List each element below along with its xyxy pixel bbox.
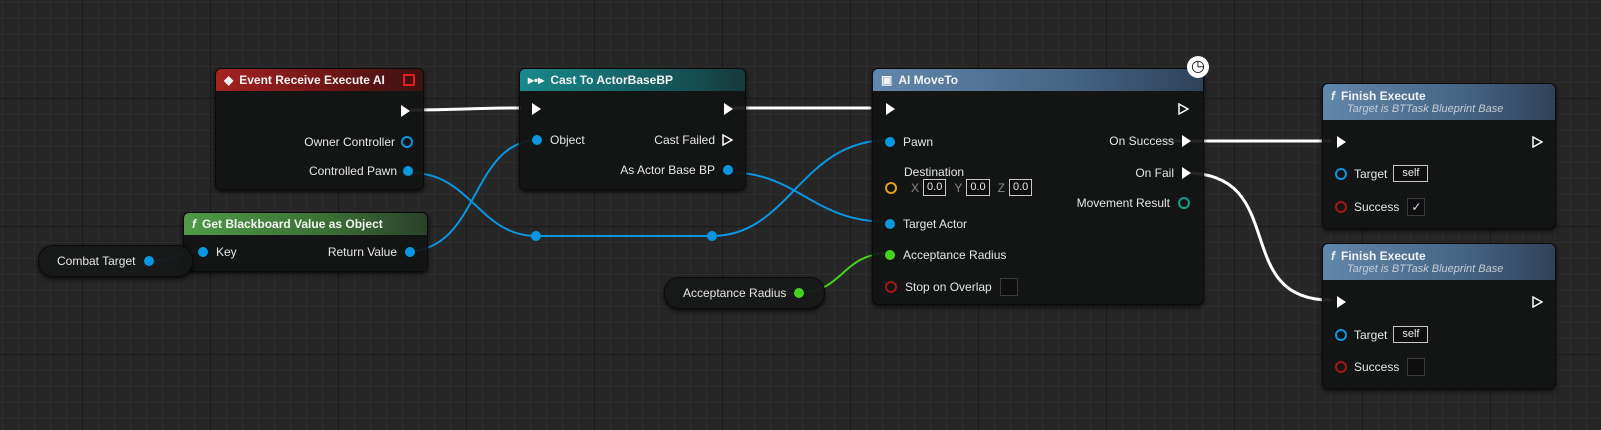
as-actor-base-bp-pin[interactable] xyxy=(723,165,733,175)
success-checkbox[interactable] xyxy=(1407,358,1426,376)
node-header: f Finish Execute Target is BTTask Bluepri… xyxy=(1323,244,1555,280)
pin-label-controlled-pawn: Controlled Pawn xyxy=(308,164,397,178)
target-self-field[interactable]: self xyxy=(1393,326,1429,343)
pin-label-destination: Destination xyxy=(904,165,965,179)
variable-label: Combat Target xyxy=(57,254,136,268)
node-icon: ▣ xyxy=(881,73,893,87)
node-title: Cast To ActorBaseBP xyxy=(550,73,674,87)
delegate-square-icon[interactable] xyxy=(403,74,415,86)
pin-label-stop-on-overlap: Stop on Overlap xyxy=(905,280,992,294)
movement-result-pin[interactable] xyxy=(1178,197,1190,209)
ai-moveto-node[interactable]: ▣ AI MoveTo Pawn On Success Destination … xyxy=(872,68,1204,305)
target-actor-pin[interactable] xyxy=(885,219,895,229)
get-blackboard-value-node[interactable]: f Get Blackboard Value as Object Key Ret… xyxy=(183,212,428,272)
exec-output-pin[interactable] xyxy=(1532,136,1543,148)
exec-output-pin[interactable] xyxy=(401,105,410,117)
pin-label-target-actor: Target Actor xyxy=(903,217,968,231)
exec-input-pin[interactable] xyxy=(1337,136,1346,148)
function-icon: f xyxy=(1331,249,1335,263)
pin-label-on-fail: On Fail xyxy=(1135,166,1174,180)
pin-label-target: Target xyxy=(1354,166,1388,181)
node-title: Finish Execute xyxy=(1341,249,1426,263)
exec-wire-event-to-cast xyxy=(410,106,522,112)
pin-label-pawn: Pawn xyxy=(903,135,934,149)
node-title: AI MoveTo xyxy=(898,73,959,87)
pin-label-as-actor-base-bp: As Actor Base BP xyxy=(620,163,715,177)
clock-icon: ◷ xyxy=(1187,56,1209,78)
destination-z-label: Z xyxy=(997,180,1005,195)
pin-label-on-success: On Success xyxy=(1109,134,1174,148)
pin-label-owner-controller: Owner Controller xyxy=(304,135,395,149)
pin-label-movement-result: Movement Result xyxy=(1076,196,1170,210)
finish-execute-node[interactable]: f Finish Execute Target is BTTask Bluepri… xyxy=(1322,243,1556,389)
node-header: ▣ AI MoveTo xyxy=(873,69,1203,91)
node-header: f Finish Execute Target is BTTask Bluepri… xyxy=(1323,84,1555,120)
target-self-field[interactable]: self xyxy=(1393,165,1429,182)
finish-execute-node[interactable]: f Finish Execute Target is BTTask Bluepri… xyxy=(1322,83,1556,229)
node-title: Event Receive Execute AI xyxy=(239,73,385,87)
pawn-pin[interactable] xyxy=(885,137,895,147)
destination-pin[interactable] xyxy=(885,181,897,194)
function-icon: f xyxy=(192,217,196,231)
exec-output-pin[interactable] xyxy=(724,103,733,115)
acceptance-radius-pin[interactable] xyxy=(794,288,805,298)
function-icon: f xyxy=(1331,89,1335,103)
exec-input-pin[interactable] xyxy=(532,103,541,115)
destination-y-field[interactable]: 0.0 xyxy=(966,179,990,196)
pin-label-cast-failed: Cast Failed xyxy=(654,133,715,147)
pin-label-success: Success xyxy=(1354,200,1400,214)
exec-input-pin[interactable] xyxy=(1337,296,1346,308)
stop-on-overlap-checkbox[interactable] xyxy=(999,278,1018,296)
variable-label: Acceptance Radius xyxy=(683,286,787,300)
exec-output-pin[interactable] xyxy=(1532,296,1543,308)
pin-label-target: Target xyxy=(1354,327,1388,342)
cast-to-actor-base-bp-node[interactable]: ▸▪▸ Cast To ActorBaseBP Object Cast Fail… xyxy=(519,68,746,190)
target-pin[interactable] xyxy=(1335,167,1347,180)
pin-label-object: Object xyxy=(550,133,585,147)
return-value-pin[interactable] xyxy=(405,247,415,257)
acceptance-radius-variable-node[interactable]: Acceptance Radius xyxy=(664,277,825,309)
node-subtitle: Target is BTTask Blueprint Base xyxy=(1347,103,1504,115)
owner-controller-pin[interactable] xyxy=(401,136,413,148)
object-wire-pawn-to-reroute xyxy=(411,172,537,237)
reroute-node[interactable] xyxy=(707,231,717,241)
node-header: f Get Blackboard Value as Object xyxy=(184,213,427,235)
object-pin[interactable] xyxy=(532,135,542,145)
cast-arrows-icon: ▸▪▸ xyxy=(528,73,545,87)
node-header: ▸▪▸ Cast To ActorBaseBP xyxy=(520,69,745,91)
success-pin[interactable] xyxy=(1335,201,1347,213)
exec-input-pin[interactable] xyxy=(886,103,895,115)
exec-output-pin[interactable] xyxy=(1178,103,1189,115)
acceptance-radius-pin[interactable] xyxy=(885,250,895,260)
pin-label-key: Key xyxy=(216,245,237,259)
success-pin[interactable] xyxy=(1335,361,1347,373)
destination-x-label: X xyxy=(911,180,920,195)
combat-target-variable-node[interactable]: Combat Target xyxy=(38,245,193,277)
cast-failed-exec-pin[interactable] xyxy=(722,134,733,146)
pin-label-return-value: Return Value xyxy=(327,245,397,259)
key-pin[interactable] xyxy=(198,247,208,257)
success-checkbox[interactable]: ✓ xyxy=(1407,198,1426,216)
combat-target-pin[interactable] xyxy=(143,256,154,266)
node-title: Finish Execute xyxy=(1341,89,1426,103)
object-wire-asactor-to-targetactor xyxy=(725,171,891,223)
target-pin[interactable] xyxy=(1335,328,1347,341)
event-diamond-icon: ◆ xyxy=(224,73,234,87)
event-receive-execute-ai-node[interactable]: ◆ Event Receive Execute AI Owner Control… xyxy=(215,68,424,190)
node-title: Get Blackboard Value as Object xyxy=(202,217,383,231)
destination-y-label: Y xyxy=(954,180,963,195)
stop-on-overlap-pin[interactable] xyxy=(885,281,897,293)
destination-z-field[interactable]: 0.0 xyxy=(1008,179,1033,196)
reroute-node[interactable] xyxy=(531,231,541,241)
on-success-exec-pin[interactable] xyxy=(1182,135,1191,147)
controlled-pawn-pin[interactable] xyxy=(403,166,413,176)
node-subtitle: Target is BTTask Blueprint Base xyxy=(1347,263,1504,275)
node-header: ◆ Event Receive Execute AI xyxy=(216,69,423,91)
on-fail-exec-pin[interactable] xyxy=(1182,167,1191,179)
pin-label-success: Success xyxy=(1354,360,1400,374)
exec-wire-fail-to-finish xyxy=(1184,171,1332,302)
pin-label-acceptance-radius: Acceptance Radius xyxy=(903,248,1007,262)
destination-x-field[interactable]: 0.0 xyxy=(923,179,947,196)
